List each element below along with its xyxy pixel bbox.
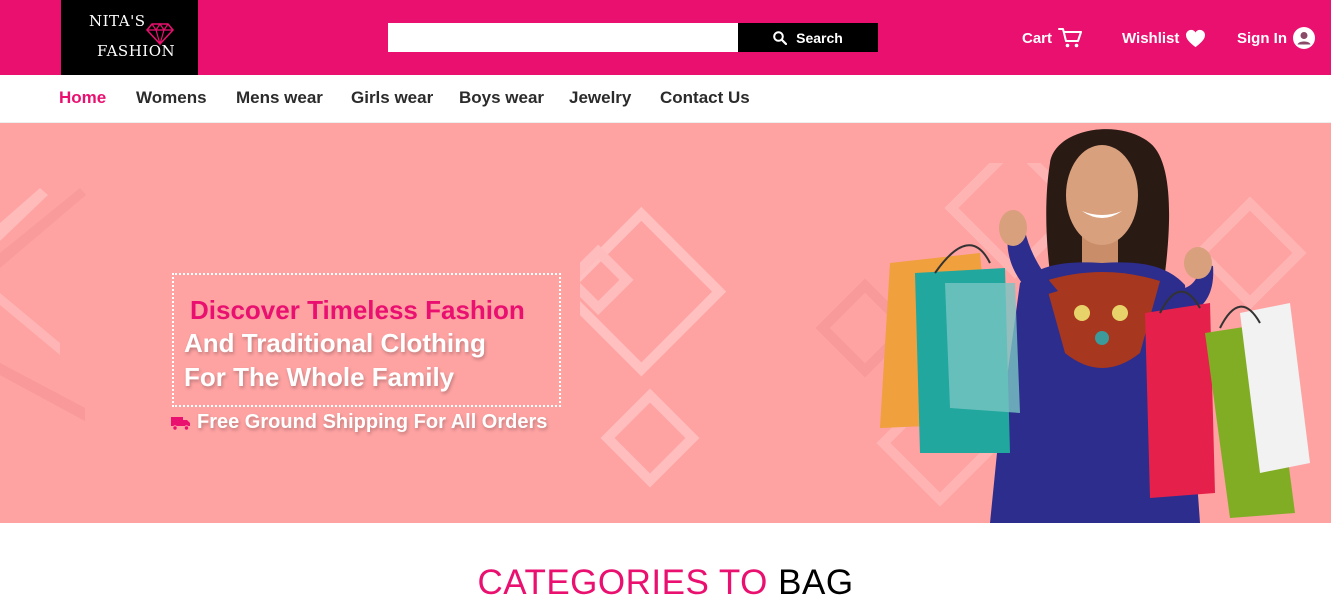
free-shipping-text: Free Ground Shipping For All Orders	[197, 411, 548, 433]
truck-icon	[171, 416, 190, 431]
search-icon	[773, 30, 788, 45]
nav-mens-wear[interactable]: Mens wear	[236, 88, 323, 108]
cart-icon	[1058, 28, 1083, 48]
nav-jewelry[interactable]: Jewelry	[569, 88, 631, 108]
main-navigation: Home Womens Mens wear Girls wear Boys we…	[0, 75, 1331, 123]
categories-heading-part1: CATEGORIES TO	[477, 563, 768, 602]
cart-button[interactable]: Cart	[1022, 24, 1083, 52]
nav-womens[interactable]: Womens	[136, 88, 207, 108]
categories-heading-part2: BAG	[778, 563, 854, 602]
nav-home[interactable]: Home	[59, 88, 106, 108]
nav-girls-wear[interactable]: Girls wear	[351, 88, 433, 108]
sign-in-button[interactable]: Sign In	[1237, 24, 1315, 52]
search-button-label: Search	[796, 29, 843, 46]
search-input[interactable]	[388, 23, 738, 52]
heart-icon	[1186, 29, 1206, 47]
categories-heading: CATEGORIES TO BAG	[0, 563, 1331, 603]
hero-headline-line1: Discover Timeless Fashion	[190, 295, 525, 325]
sign-in-label: Sign In	[1237, 29, 1287, 47]
wishlist-button[interactable]: Wishlist	[1122, 24, 1206, 52]
user-icon	[1293, 27, 1315, 49]
model-with-shopping-bags-image	[880, 129, 1310, 523]
wishlist-label: Wishlist	[1122, 29, 1180, 47]
free-shipping-notice: Free Ground Shipping For All Orders	[171, 411, 547, 434]
logo-text-line1: NITA'S	[89, 12, 146, 30]
hero-banner: Discover Timeless Fashion And Traditiona…	[0, 123, 1331, 523]
cart-label: Cart	[1022, 29, 1053, 47]
hero-headline-line3: For The Whole Family	[184, 362, 455, 392]
brand-logo[interactable]: NITA'S FASHION	[61, 0, 198, 75]
decorative-stripes	[0, 188, 86, 421]
hero-headline-line2: And Traditional Clothing	[184, 328, 486, 358]
nav-contact-us[interactable]: Contact Us	[660, 88, 750, 108]
top-header: NITA'S FASHION Search Cart Wishlist Sign…	[0, 0, 1331, 75]
search-button[interactable]: Search	[738, 23, 878, 52]
logo-text-line2: FASHION	[97, 42, 176, 60]
nav-boys-wear[interactable]: Boys wear	[459, 88, 544, 108]
